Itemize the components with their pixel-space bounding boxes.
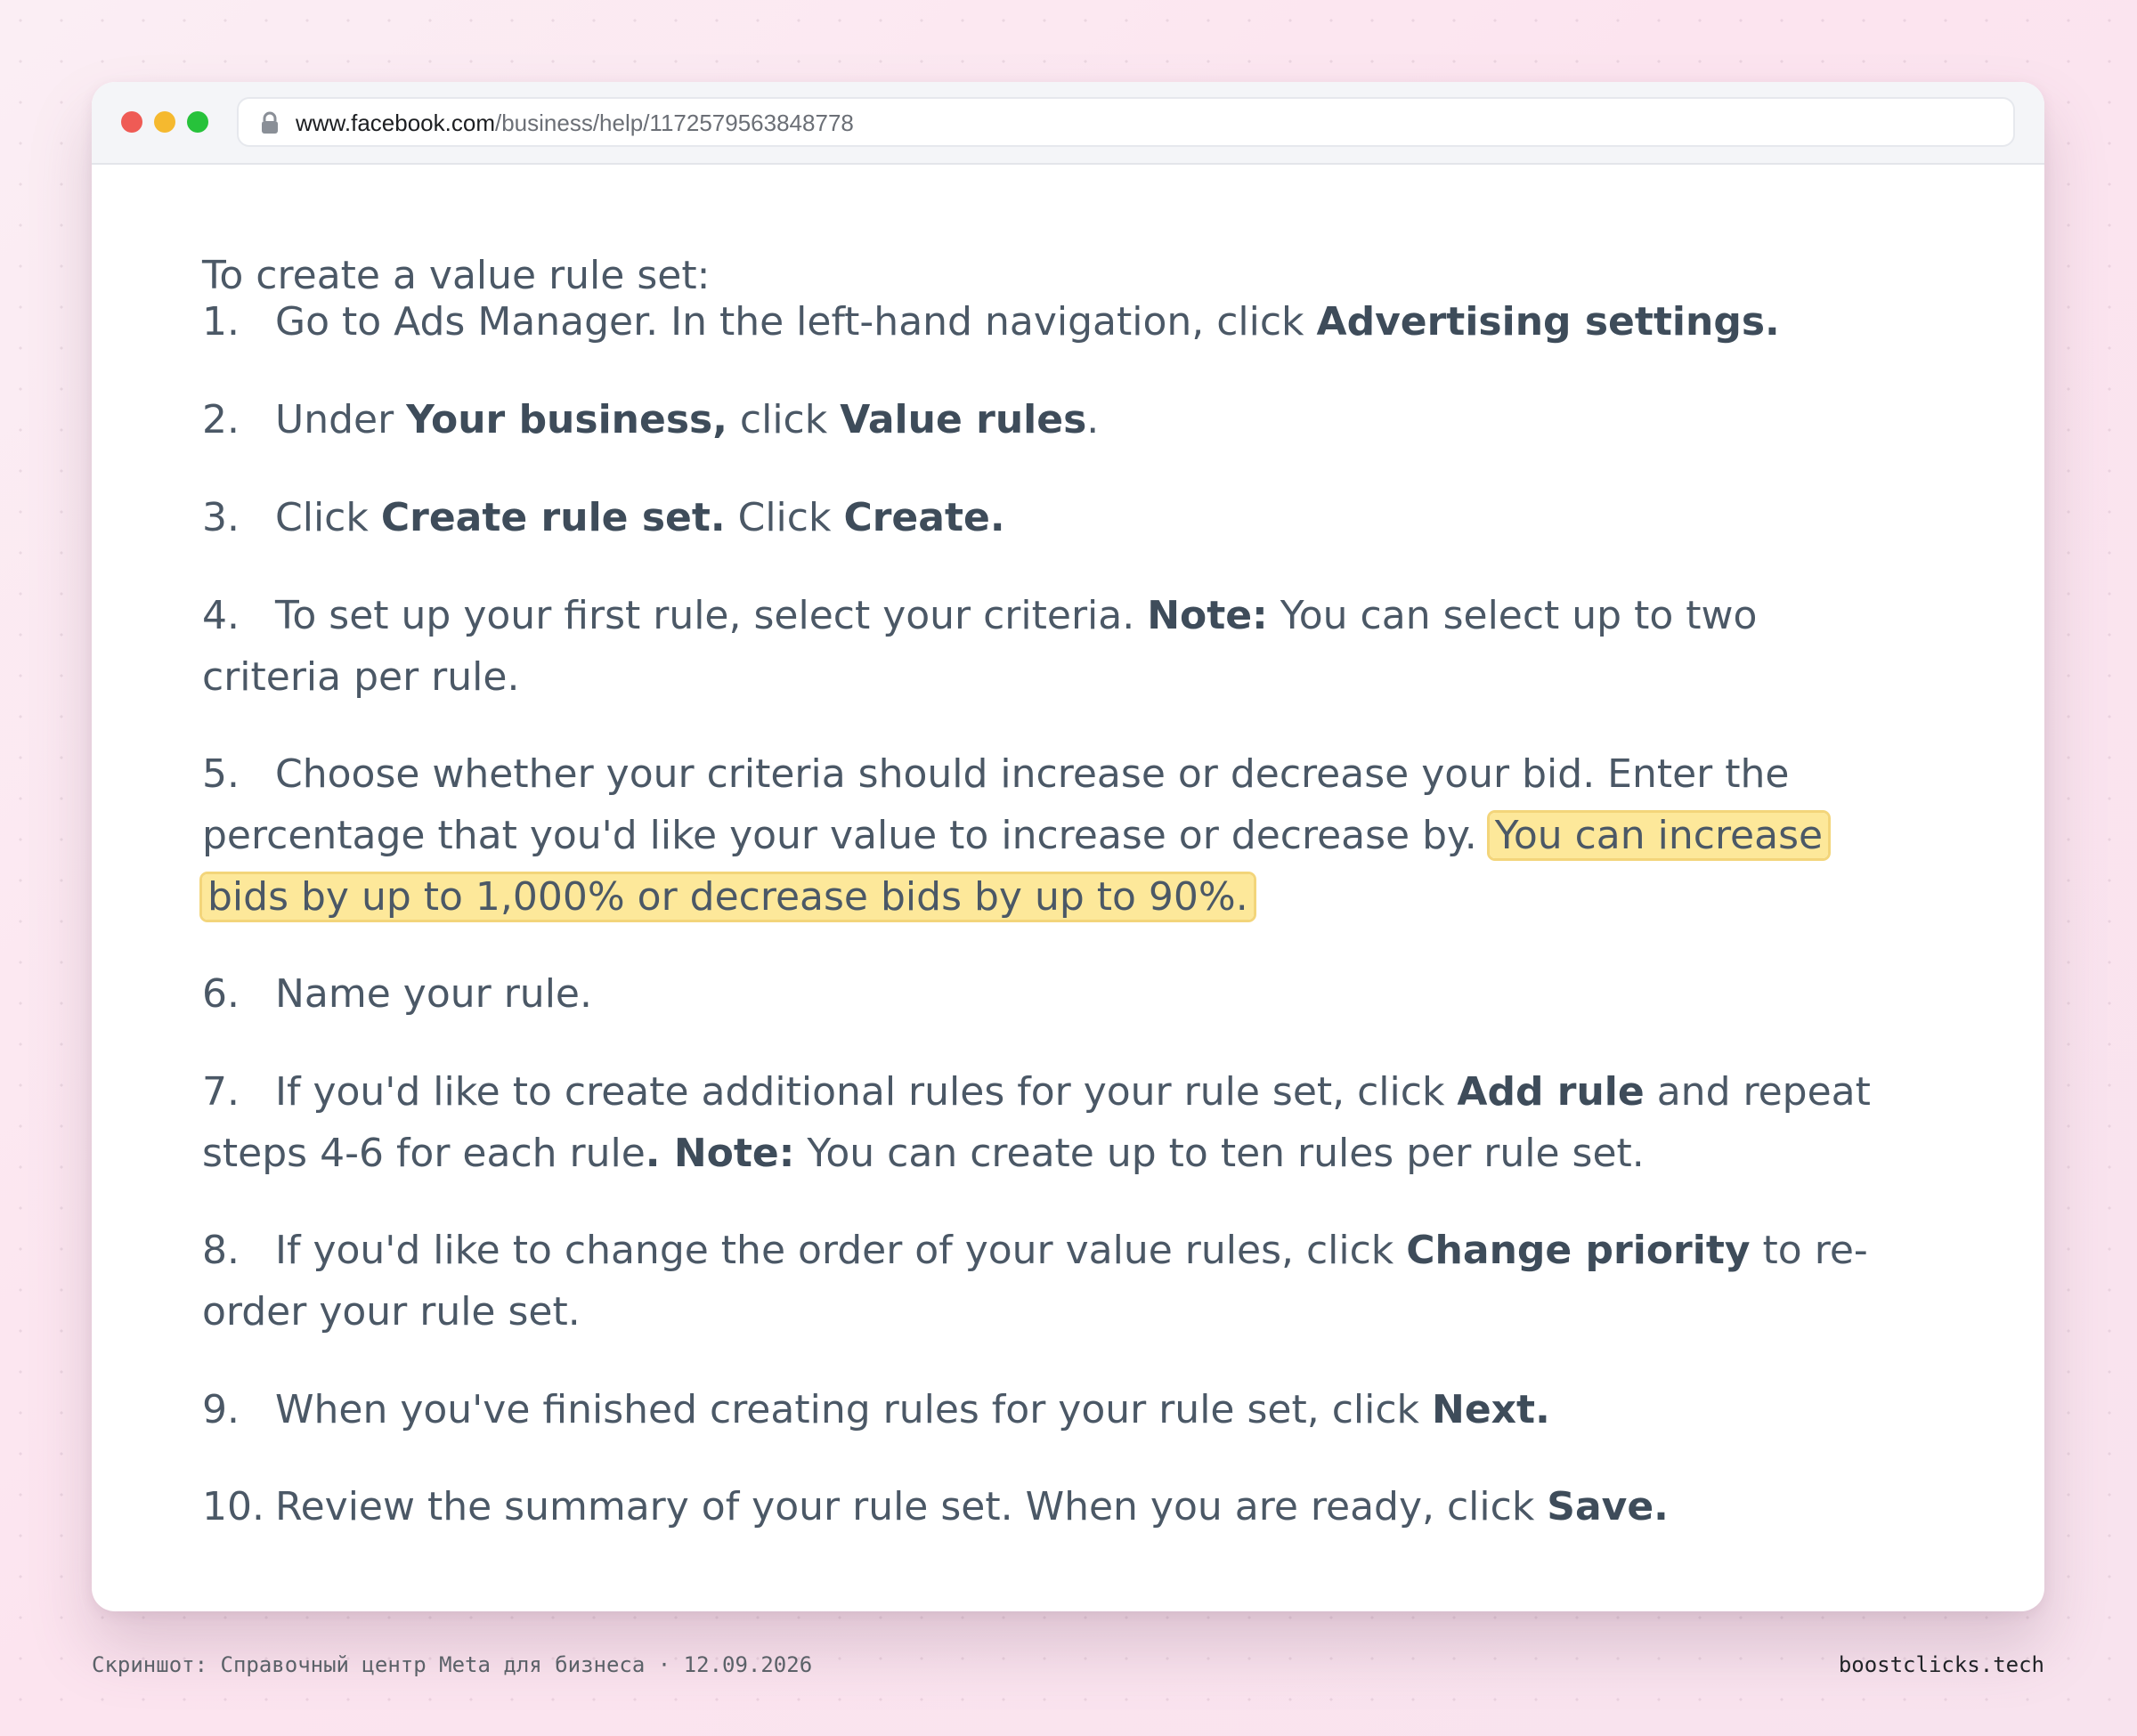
step-8: 8. If you'd like to change the order of y… — [202, 1220, 1894, 1343]
step-text: Under — [275, 397, 407, 442]
step-text: . — [1086, 397, 1100, 442]
step-1: 1. Go to Ads Manager. In the left-hand na… — [202, 291, 1894, 353]
step-3: 3. Click Create rule set. Click Create. — [202, 487, 1894, 548]
step-6: 6. Name your rule. — [202, 963, 1894, 1025]
step-5: 5. Choose whether your criteria should in… — [202, 743, 1894, 928]
step-bold: . Note: — [645, 1131, 795, 1176]
step-text: If you'd like to create additional rules… — [275, 1069, 1458, 1115]
brand-label: boostclicks.tech — [1838, 1652, 2044, 1677]
step-bold: Create. — [843, 495, 1005, 540]
step-7: 7. If you'd like to create additional rul… — [202, 1061, 1894, 1184]
lock-icon — [262, 111, 278, 134]
url-domain: www.facebook.com — [296, 110, 495, 136]
step-text: Click — [275, 495, 381, 540]
step-number: 4. — [202, 593, 240, 638]
step-number: 10. — [202, 1484, 264, 1529]
browser-window: www.facebook.com/business/help/117257956… — [92, 82, 2044, 1611]
step-text: If you'd like to change the order of you… — [275, 1228, 1407, 1273]
minimize-window-button[interactable] — [154, 111, 175, 133]
step-text: Go to Ads Manager. In the left-hand navi… — [275, 299, 1317, 345]
step-text: When you've finished creating rules for … — [275, 1387, 1432, 1432]
step-bold: Save. — [1547, 1484, 1669, 1529]
address-bar[interactable]: www.facebook.com/business/help/117257956… — [237, 97, 2015, 147]
step-number: 6. — [202, 971, 240, 1017]
step-10: 10. Review the summary of your rule set. … — [202, 1476, 1894, 1537]
step-4: 4. To set up your first rule, select your… — [202, 585, 1894, 708]
maximize-window-button[interactable] — [187, 111, 208, 133]
step-number: 9. — [202, 1387, 240, 1432]
step-bold: Next. — [1432, 1387, 1550, 1432]
step-bold: Value rules — [840, 397, 1087, 442]
step-text: click — [727, 397, 841, 442]
step-number: 8. — [202, 1228, 240, 1273]
step-2: 2. Under Your business, click Value rules… — [202, 389, 1894, 450]
step-number: 2. — [202, 397, 240, 442]
step-number: 7. — [202, 1069, 240, 1115]
step-number: 5. — [202, 751, 240, 797]
step-number: 1. — [202, 299, 240, 345]
step-bold: Note: — [1147, 593, 1268, 638]
url-path: /business/help/1172579563848778 — [494, 110, 854, 136]
step-bold: Create rule set. — [380, 495, 726, 540]
url-text: www.facebook.com/business/help/117257956… — [296, 110, 854, 136]
step-bold: Advertising settings. — [1316, 299, 1780, 345]
step-bold: Change priority — [1406, 1228, 1751, 1273]
step-text: To set up your first rule, select your c… — [275, 593, 1148, 638]
step-text: Name your rule. — [275, 971, 592, 1017]
close-window-button[interactable] — [121, 111, 142, 133]
step-text: Review the summary of your rule set. Whe… — [275, 1484, 1548, 1529]
step-text: You can create up to ten rules per rule … — [794, 1131, 1645, 1176]
step-number: 3. — [202, 495, 240, 540]
step-9: 9. When you've finished creating rules fo… — [202, 1379, 1894, 1440]
step-bold: Your business, — [406, 397, 727, 442]
screenshot-caption: Скриншот: Справочный центр Meta для бизн… — [92, 1652, 813, 1677]
step-bold: Add rule — [1457, 1069, 1645, 1115]
step-text: Click — [725, 495, 844, 540]
browser-titlebar: www.facebook.com/business/help/117257956… — [92, 82, 2044, 165]
